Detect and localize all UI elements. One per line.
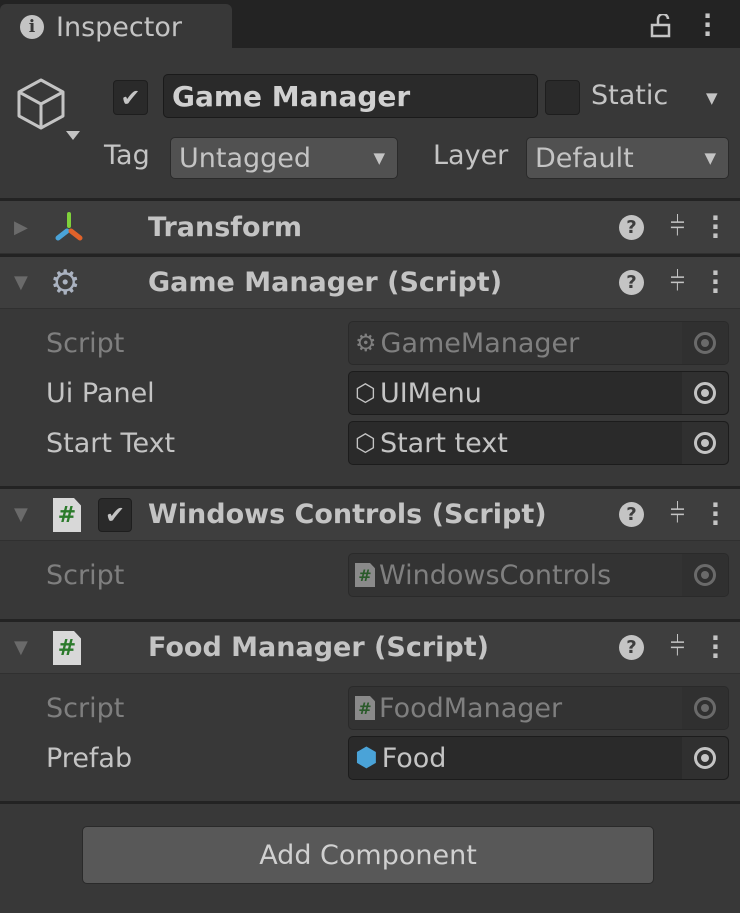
tag-dropdown[interactable]: Untagged ▼ (170, 137, 398, 179)
component-menu-icon[interactable]: · · · (711, 206, 720, 248)
tab-title: Inspector (56, 11, 182, 43)
gameobject-icon: ⬡ (355, 379, 376, 407)
component-header-windows-controls[interactable]: ▼ # ✔ Windows Controls (Script) ? ⫩ · · · (0, 489, 740, 541)
static-label: Static (591, 80, 669, 111)
layer-dropdown[interactable]: Default ▼ (526, 137, 729, 179)
presets-icon[interactable]: ⫩ (670, 499, 685, 530)
static-checkbox[interactable] (545, 80, 580, 115)
tag-label: Tag (104, 140, 150, 171)
csharp-script-icon: # (355, 563, 375, 587)
help-icon[interactable]: ? (618, 635, 644, 660)
script-field[interactable]: # FoodManager (348, 686, 729, 730)
prefab-cube-icon: ⬢ (355, 743, 378, 773)
script-field[interactable]: # WindowsControls (348, 553, 729, 597)
object-picker-icon[interactable] (694, 432, 716, 454)
component-menu-icon[interactable]: · · · (711, 626, 720, 668)
tab-menu-icon[interactable]: · · · (703, 4, 712, 46)
expand-arrow-icon[interactable]: ▶ (14, 217, 28, 238)
component-header-food-manager[interactable]: ▼ # Food Manager (Script) ? ⫩ · · · (0, 622, 740, 674)
divider (0, 801, 740, 804)
field-label-prefab: Prefab (46, 743, 133, 774)
field-label-start-text: Start Text (46, 428, 176, 459)
field-value: WindowsControls (379, 559, 612, 591)
presets-icon[interactable]: ⫩ (670, 267, 685, 298)
layer-value: Default (535, 142, 634, 174)
gameobject-icon: ⬡ (355, 429, 376, 457)
add-component-button[interactable]: Add Component (82, 826, 654, 884)
object-picker-icon[interactable] (694, 747, 716, 769)
object-picker-icon[interactable] (694, 697, 716, 719)
object-picker-icon[interactable] (694, 564, 716, 586)
help-icon[interactable]: ? (618, 502, 644, 527)
csharp-script-icon: # (53, 631, 81, 665)
field-label-script: Script (46, 560, 125, 591)
field-label-ui-panel: Ui Panel (46, 378, 155, 409)
component-header-transform[interactable]: ▶ Transform ? ⫩ · · · (0, 201, 740, 254)
start-text-field[interactable]: ⬡ Start text (348, 421, 729, 465)
field-value: FoodManager (379, 692, 563, 724)
ui-panel-field[interactable]: ⬡ UIMenu (348, 371, 729, 415)
field-label-script: Script (46, 328, 125, 359)
field-value: UIMenu (379, 377, 482, 409)
help-icon[interactable]: ? (618, 270, 644, 295)
presets-icon[interactable]: ⫩ (670, 212, 685, 243)
tab-inspector[interactable]: i Inspector (0, 4, 232, 50)
object-picker-icon[interactable] (694, 382, 716, 404)
field-label-script: Script (46, 693, 125, 724)
gear-script-icon: ⚙ (50, 263, 81, 303)
csharp-script-icon: # (355, 696, 375, 720)
collapse-arrow-icon[interactable]: ▼ (14, 637, 28, 658)
tag-value: Untagged (179, 142, 312, 174)
chevron-down-icon: ▼ (704, 149, 716, 167)
collapse-arrow-icon[interactable]: ▼ (14, 272, 28, 293)
prefab-field[interactable]: ⬢ Food (348, 736, 729, 780)
field-value: GameManager (380, 327, 580, 359)
field-value: Start text (379, 427, 508, 459)
presets-icon[interactable]: ⫩ (670, 632, 685, 663)
gameobject-cube-icon[interactable] (14, 76, 84, 146)
static-dropdown-icon[interactable]: ▼ (706, 89, 718, 107)
component-enabled-checkbox[interactable]: ✔ (98, 498, 132, 532)
component-title: Windows Controls (Script) (148, 499, 547, 530)
component-menu-icon[interactable]: · · · (711, 261, 720, 303)
chevron-down-icon: ▼ (373, 149, 385, 167)
gear-icon: ⚙ (355, 329, 377, 357)
component-title: Food Manager (Script) (148, 632, 489, 663)
component-menu-icon[interactable]: · · · (711, 493, 720, 535)
component-title: Transform (148, 211, 303, 243)
object-name-input[interactable]: Game Manager (163, 74, 538, 118)
lock-icon[interactable] (650, 14, 672, 38)
csharp-script-icon: # (53, 498, 81, 532)
object-picker-icon[interactable] (694, 332, 716, 354)
help-icon[interactable]: ? (618, 214, 644, 240)
field-value: Food (381, 742, 447, 774)
script-field[interactable]: ⚙ GameManager (348, 321, 729, 365)
layer-label: Layer (433, 140, 509, 171)
active-checkbox[interactable]: ✔ (113, 80, 148, 115)
transform-icon (55, 212, 83, 241)
collapse-arrow-icon[interactable]: ▼ (14, 504, 28, 525)
component-header-game-manager[interactable]: ▼ ⚙ Game Manager (Script) ? ⫩ · · · (0, 257, 740, 309)
component-title: Game Manager (Script) (148, 267, 503, 298)
info-icon: i (20, 15, 44, 39)
